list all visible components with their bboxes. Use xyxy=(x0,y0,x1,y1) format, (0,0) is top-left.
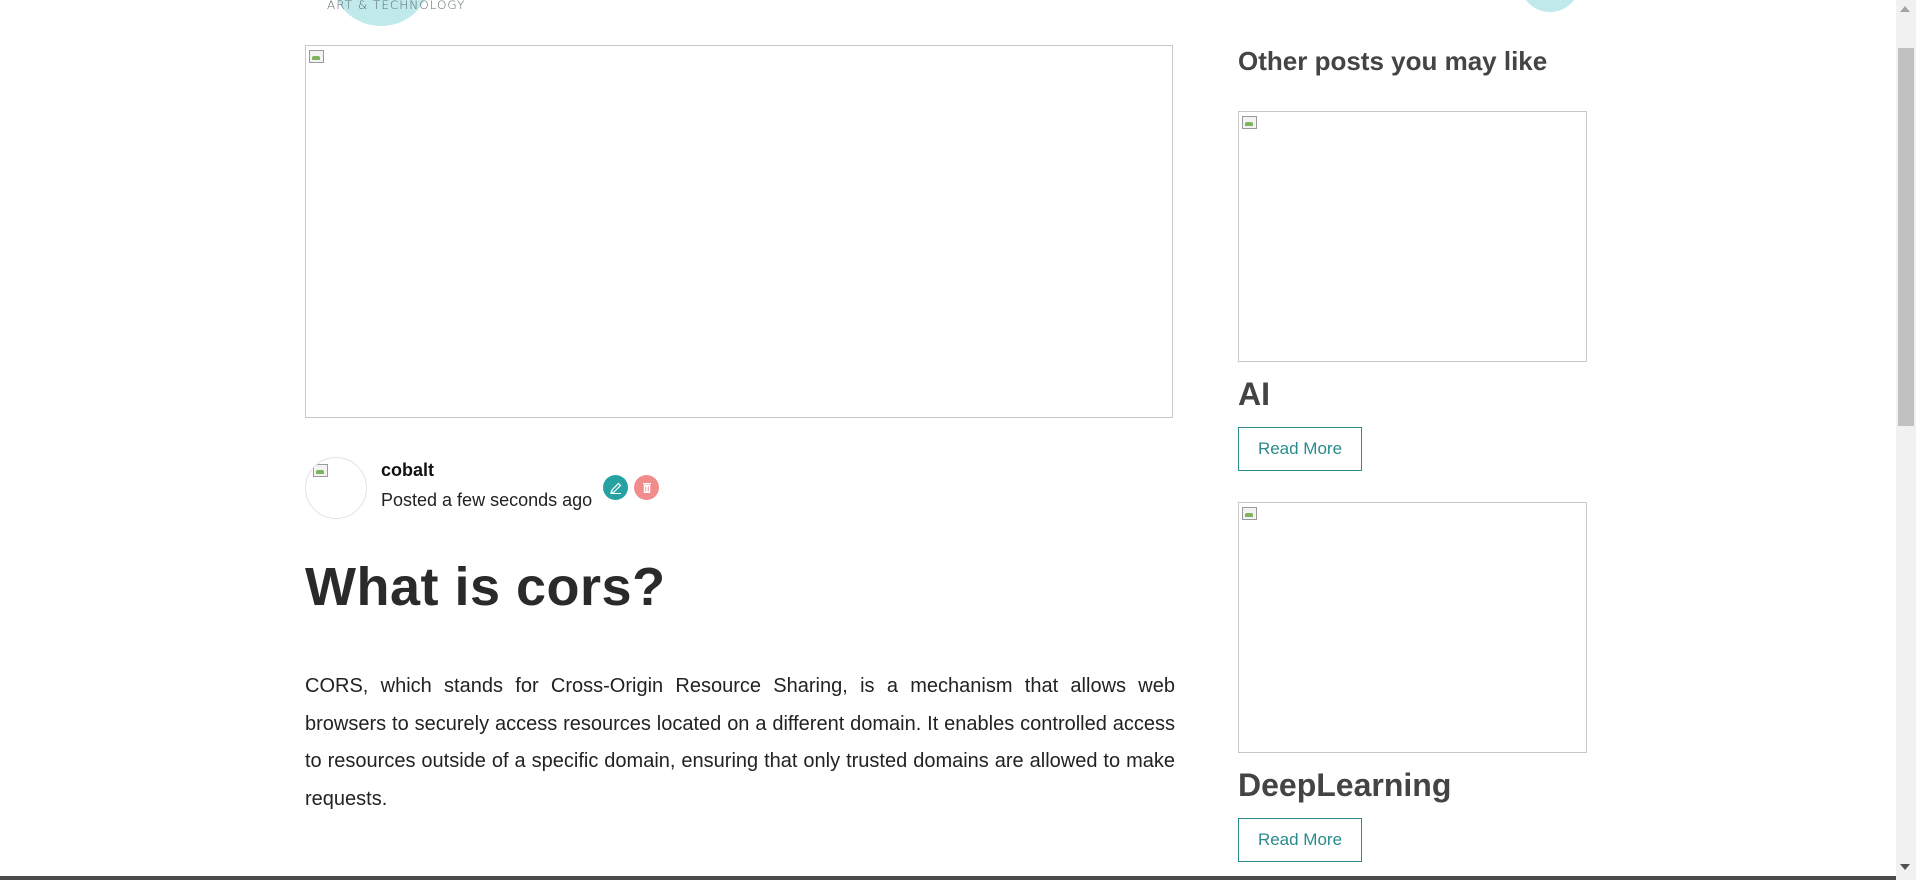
related-post-title[interactable]: DeepLearning xyxy=(1238,767,1451,804)
author-name: cobalt xyxy=(381,460,435,480)
read-more-button[interactable]: Read More xyxy=(1238,427,1362,471)
related-post-title[interactable]: AI xyxy=(1238,376,1270,413)
trash-icon xyxy=(642,482,651,493)
broken-image-icon xyxy=(1241,505,1257,521)
edit-post-button[interactable] xyxy=(603,475,628,500)
author-avatar xyxy=(305,457,367,519)
post-title: What is cors? xyxy=(305,557,666,617)
post-body: CORS, which stands for Cross-Origin Reso… xyxy=(305,675,1175,810)
post-hero-image xyxy=(305,45,1173,418)
pencil-icon xyxy=(609,482,621,494)
read-more-button[interactable]: Read More xyxy=(1238,818,1362,862)
broken-image-icon xyxy=(312,462,328,478)
related-post-image[interactable] xyxy=(1238,111,1587,362)
horizontal-scrollbar[interactable] xyxy=(0,876,1896,880)
related-post-image[interactable] xyxy=(1238,502,1587,753)
sidebar-title: Other posts you may like xyxy=(1238,46,1548,76)
broken-image-icon xyxy=(1241,114,1257,130)
delete-post-button[interactable] xyxy=(634,475,659,500)
scrollbar-thumb[interactable] xyxy=(1898,48,1914,426)
scroll-down-icon[interactable] xyxy=(1900,864,1910,870)
broken-image-icon xyxy=(308,48,324,64)
menu-circle-button[interactable] xyxy=(1520,0,1580,12)
logo-text: ART & TECHNOLOGY xyxy=(327,0,466,12)
scroll-up-icon[interactable] xyxy=(1900,6,1910,12)
post-timestamp: Posted a few seconds ago xyxy=(381,490,593,510)
